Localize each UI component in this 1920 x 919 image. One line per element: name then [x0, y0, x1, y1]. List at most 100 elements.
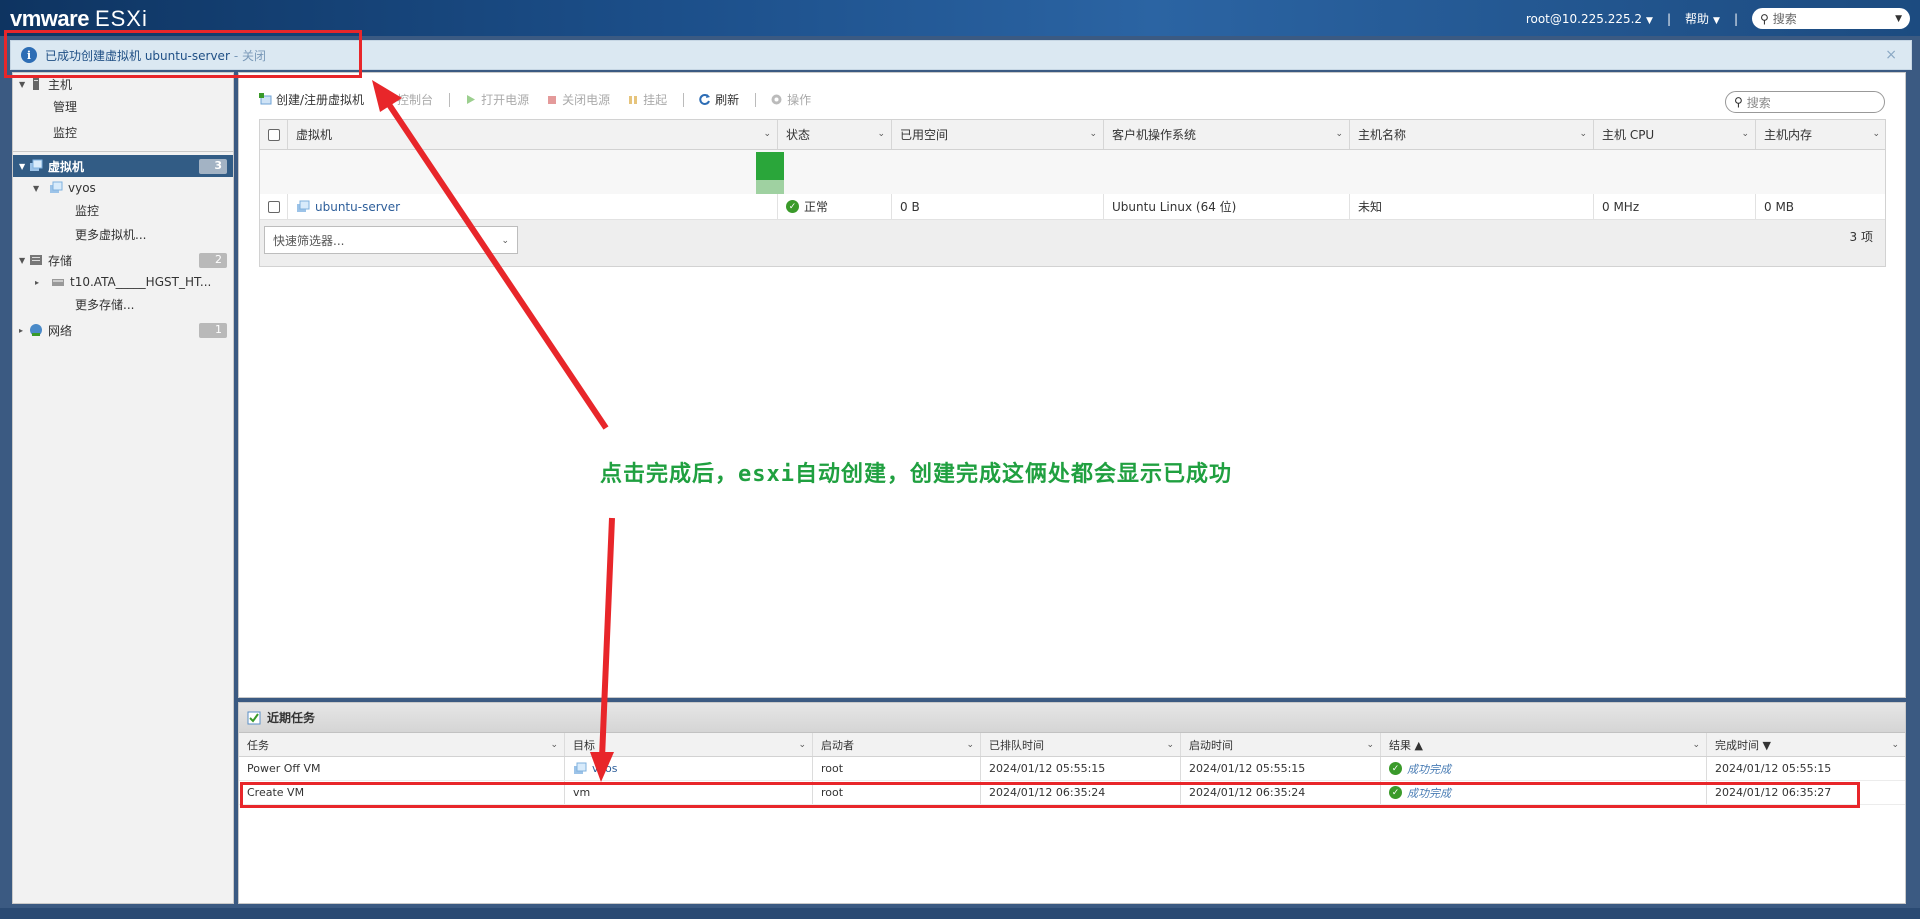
- column-header-started[interactable]: 启动时间 ⌄: [1181, 733, 1381, 756]
- create-vm-button[interactable]: 创建/注册虚拟机: [259, 91, 364, 108]
- vm-table: 虚拟机 ⌄ 状态 ⌄ 已用空间 ⌄ 客户机操作系统 ⌄ 主机名称 ⌄ 主机 CPU ⌄ 主机…: [259, 119, 1886, 267]
- expand-icon[interactable]: ▼: [19, 80, 29, 89]
- create-vm-icon: [259, 93, 272, 106]
- divider: |: [1666, 11, 1672, 26]
- network-icon: [29, 323, 43, 337]
- vm-hostname-cell: 未知: [1350, 194, 1594, 219]
- sidebar-item-vms[interactable]: ▼ 虚拟机 3: [13, 155, 233, 177]
- sidebar-item-manage[interactable]: 管理: [13, 95, 233, 117]
- table-row[interactable]: ubuntu-server ✓ 正常 0 B Ubuntu Linux (64 位…: [260, 194, 1885, 220]
- power-on-button[interactable]: 打开电源: [464, 91, 529, 108]
- column-header-completed[interactable]: 完成时间 ▼ ⌄: [1707, 733, 1905, 756]
- table-footer: 快速筛选器... ⌄ 3 项: [260, 220, 1885, 266]
- column-header-queued[interactable]: 已排队时间 ⌄: [981, 733, 1181, 756]
- column-header-result[interactable]: 结果 ▲ ⌄: [1381, 733, 1707, 756]
- chevron-down-icon[interactable]: ⌄: [966, 740, 974, 750]
- close-icon[interactable]: ×: [1885, 47, 1897, 63]
- host-icon: [29, 77, 43, 91]
- power-off-button[interactable]: 关闭电源: [545, 91, 610, 108]
- divider: [449, 92, 451, 107]
- divider: [755, 92, 757, 107]
- status-bar-icon: [756, 152, 784, 180]
- sidebar-item-network[interactable]: ▸ 网络 1: [13, 319, 233, 341]
- task-row[interactable]: Power Off VM vyos root 2024/01/12 05:55:…: [239, 757, 1905, 781]
- sidebar-item-vyos-monitor[interactable]: 监控: [13, 199, 233, 221]
- chevron-down-icon[interactable]: ⌄: [1335, 129, 1343, 139]
- sidebar-item-more-vms[interactable]: 更多虚拟机...: [13, 223, 233, 245]
- refresh-button[interactable]: 刷新: [698, 91, 739, 108]
- chevron-down-icon[interactable]: ⌄: [550, 740, 558, 750]
- chevron-down-icon[interactable]: ⌄: [877, 129, 885, 139]
- column-header-hostname[interactable]: 主机名称 ⌄: [1350, 120, 1594, 149]
- vm-search-input[interactable]: ⚲ 搜索: [1725, 91, 1885, 113]
- global-search-input[interactable]: ⚲ 搜索 ▼: [1752, 8, 1910, 29]
- highlight-box-notification: [4, 30, 362, 78]
- count-badge: 1: [199, 323, 227, 338]
- sidebar-item-datastore[interactable]: ▸ t10.ATA_____HGST_HT...: [13, 271, 233, 293]
- chevron-down-icon: ▼: [1713, 16, 1720, 26]
- column-header-host-memory[interactable]: 主机内存 ⌄: [1756, 120, 1886, 149]
- chevron-down-icon[interactable]: ⌄: [1366, 740, 1374, 750]
- console-button[interactable]: 控制台: [380, 91, 433, 108]
- divider: [13, 151, 233, 152]
- count-badge: 3: [199, 159, 227, 174]
- sidebar-item-vyos[interactable]: ▼ vyos: [13, 177, 233, 199]
- search-icon: ⚲: [1734, 95, 1743, 109]
- expand-icon[interactable]: ▼: [19, 256, 29, 265]
- column-header-target[interactable]: 目标 ⌄: [565, 733, 813, 756]
- task-target-cell[interactable]: vyos: [565, 757, 813, 780]
- vm-memory-cell: 0 MB: [1764, 199, 1795, 214]
- chevron-down-icon[interactable]: ⌄: [1166, 740, 1174, 750]
- annotation-text: 点击完成后，esxi自动创建，创建完成这俩处都会显示已成功: [600, 462, 1232, 487]
- storage-icon: [29, 253, 43, 267]
- sidebar-item-more-storage[interactable]: 更多存储...: [13, 293, 233, 315]
- quick-filter-select[interactable]: 快速筛选器... ⌄: [264, 226, 518, 254]
- expand-icon[interactable]: ▼: [33, 184, 43, 193]
- column-header-status[interactable]: 状态 ⌄: [778, 120, 892, 149]
- vm-icon: [29, 159, 43, 173]
- check-circle-icon: ✓: [786, 200, 799, 213]
- column-header-used-space[interactable]: 已用空间 ⌄: [892, 120, 1104, 149]
- sidebar-item-monitor[interactable]: 监控: [13, 121, 233, 143]
- chevron-down-icon[interactable]: ⌄: [1089, 129, 1097, 139]
- task-result-cell: ✓ 成功完成: [1381, 757, 1707, 780]
- row-checkbox[interactable]: [268, 200, 280, 213]
- chevron-down-icon[interactable]: ⌄: [1891, 740, 1899, 750]
- expand-icon[interactable]: ▼: [19, 162, 29, 171]
- column-header-initiator[interactable]: 启动者 ⌄: [813, 733, 981, 756]
- select-all-checkbox[interactable]: [268, 128, 280, 141]
- chevron-down-icon[interactable]: ⌄: [763, 129, 771, 139]
- column-header-vm[interactable]: 虚拟机 ⌄: [288, 120, 778, 149]
- check-circle-icon: ✓: [1389, 762, 1402, 775]
- sidebar-item-storage[interactable]: ▼ 存储 2: [13, 249, 233, 271]
- chevron-down-icon: ▼: [1895, 13, 1902, 24]
- vm-name-cell[interactable]: ubuntu-server: [288, 194, 778, 219]
- header-actions: root@10.225.225.2 ▼ | 帮助 ▼ | ⚲ 搜索 ▼: [1526, 8, 1910, 29]
- refresh-icon: [698, 93, 711, 106]
- chevron-down-icon[interactable]: ⌄: [1692, 740, 1700, 750]
- chevron-down-icon: ⌄: [501, 236, 509, 246]
- chevron-down-icon[interactable]: ⌄: [1579, 129, 1587, 139]
- user-menu[interactable]: root@10.225.225.2 ▼: [1526, 12, 1653, 26]
- chevron-down-icon[interactable]: ⌄: [798, 740, 806, 750]
- vm-list-panel: 创建/注册虚拟机 控制台 打开电源 关闭电源 挂起 刷新 操作 ⚲ 搜索 虚拟机…: [238, 72, 1906, 698]
- expand-icon[interactable]: ▸: [35, 278, 45, 287]
- navigator-sidebar: ▼ 主机 管理 监控 ▼ 虚拟机 3 ▼ vyos 监控 更多虚拟机... ▼ …: [12, 72, 234, 904]
- stop-icon: [545, 93, 558, 106]
- recent-tasks-header: 近期任务: [239, 703, 1905, 733]
- chevron-down-icon[interactable]: ⌄: [1741, 129, 1749, 139]
- expand-icon[interactable]: ▸: [19, 326, 29, 335]
- suspend-button[interactable]: 挂起: [626, 91, 667, 108]
- column-header-task[interactable]: 任务 ⌄: [239, 733, 565, 756]
- bottom-bar: [0, 908, 1920, 919]
- tasks-icon: [247, 711, 261, 725]
- chevron-down-icon[interactable]: ⌄: [1872, 129, 1880, 139]
- pause-icon: [626, 93, 639, 106]
- column-header-guest-os[interactable]: 客户机操作系统 ⌄: [1104, 120, 1350, 149]
- actions-button[interactable]: 操作: [770, 91, 811, 108]
- column-header-host-cpu[interactable]: 主机 CPU ⌄: [1594, 120, 1756, 149]
- vm-os-cell: Ubuntu Linux (64 位): [1104, 194, 1350, 219]
- gear-icon: [770, 93, 783, 106]
- task-started-cell: 2024/01/12 05:55:15: [1181, 757, 1381, 780]
- help-menu[interactable]: 帮助 ▼: [1685, 10, 1720, 27]
